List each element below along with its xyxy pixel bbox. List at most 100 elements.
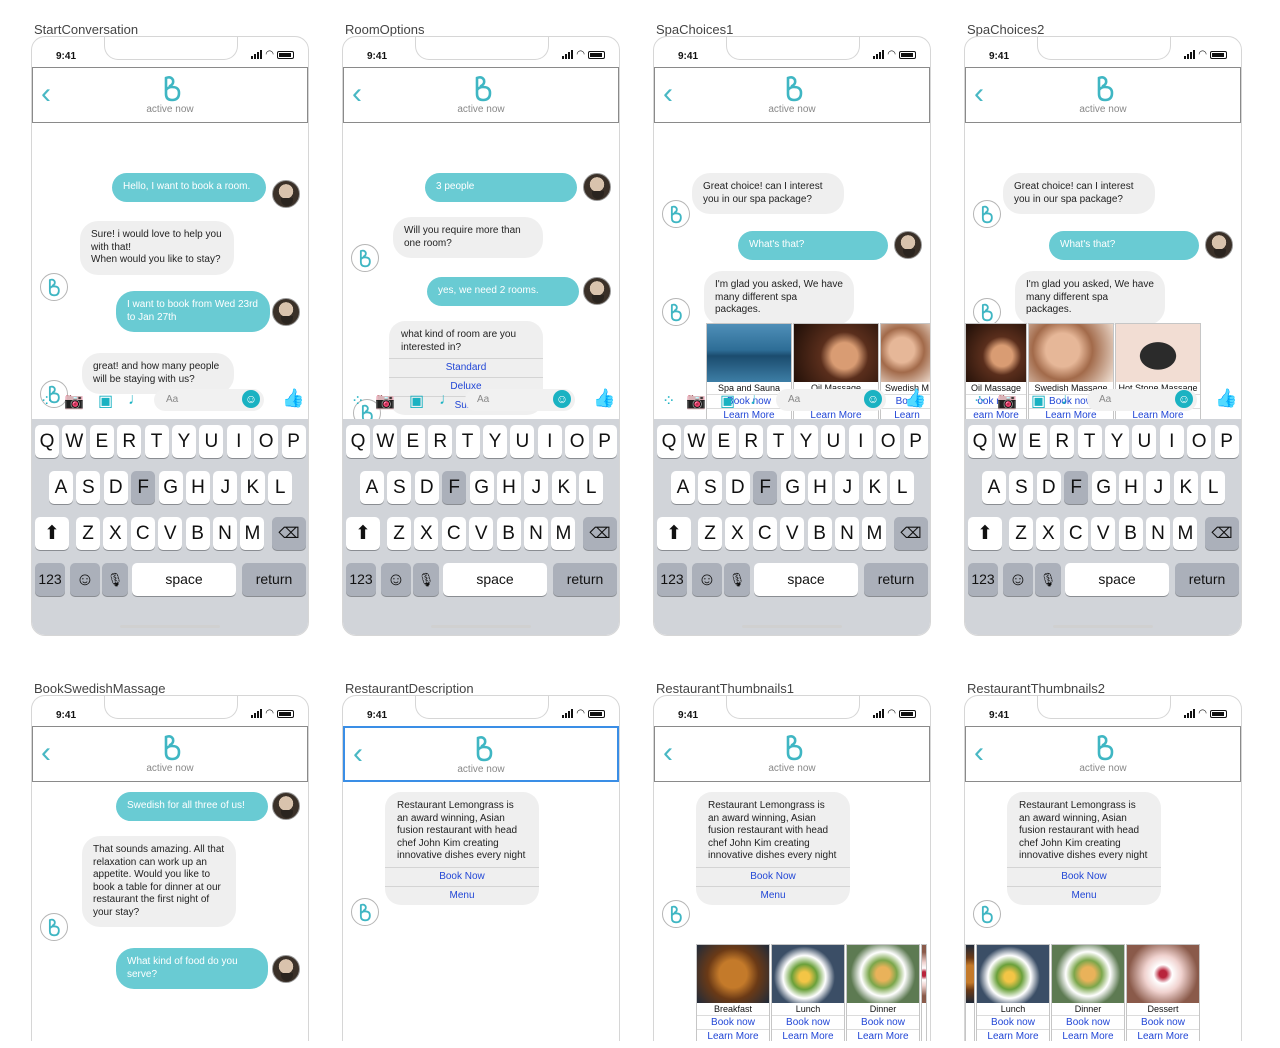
key-i[interactable]: I (1159, 425, 1184, 458)
key-g[interactable]: G (158, 471, 183, 504)
image-icon[interactable]: ▣ (720, 391, 735, 411)
key-r[interactable]: R (117, 425, 142, 458)
key-p[interactable]: P (281, 425, 306, 458)
emoji-icon[interactable]: ☺ (864, 390, 882, 408)
key-v[interactable]: V (780, 517, 805, 550)
key-b[interactable]: B (496, 517, 521, 550)
key-d[interactable]: D (103, 471, 128, 504)
key-p[interactable]: P (903, 425, 928, 458)
key-j[interactable]: J (1146, 471, 1171, 504)
delete-key[interactable]: ⌫ (1205, 517, 1239, 550)
key-b[interactable]: B (1118, 517, 1143, 550)
return-key[interactable]: return (242, 563, 306, 596)
learn-more-link[interactable]: Learn More (847, 1029, 919, 1041)
key-f[interactable]: F (442, 471, 467, 504)
key-y[interactable]: Y (172, 425, 196, 458)
restaurant-option-book-now[interactable]: Book Now (385, 866, 539, 886)
emoji-icon[interactable]: ☺ (242, 390, 260, 408)
key-h[interactable]: H (497, 471, 521, 504)
key-e[interactable]: E (400, 425, 425, 458)
thumbs-up-icon[interactable]: 👍 (1215, 388, 1237, 409)
camera-icon[interactable]: 📷 (686, 391, 706, 411)
key-l[interactable]: L (890, 471, 915, 504)
key-w[interactable]: W (373, 425, 398, 458)
key-m[interactable]: M (862, 517, 887, 550)
camera-icon[interactable]: 📷 (64, 391, 84, 411)
key-z[interactable]: Z (698, 517, 722, 550)
space-key[interactable]: space (443, 563, 547, 596)
space-key[interactable]: space (1065, 563, 1169, 596)
emoji-key[interactable]: ☺ (381, 563, 411, 596)
key-u[interactable]: U (1132, 425, 1157, 458)
restaurant-option-menu[interactable]: Menu (696, 885, 850, 905)
key-x[interactable]: X (103, 517, 128, 550)
key-t[interactable]: T (455, 425, 480, 458)
book-now-link[interactable]: Book now (772, 1015, 844, 1029)
key-p[interactable]: P (1214, 425, 1239, 458)
key-s[interactable]: S (698, 471, 723, 504)
key-t[interactable]: T (144, 425, 169, 458)
learn-more-link[interactable]: Learn More (697, 1029, 769, 1041)
key-z[interactable]: Z (387, 517, 411, 550)
key-z[interactable]: Z (76, 517, 100, 550)
key-a[interactable]: A (360, 471, 384, 504)
microphone-icon[interactable]: ♩ (439, 391, 455, 409)
key-u[interactable]: U (199, 425, 224, 458)
key-i[interactable]: I (848, 425, 873, 458)
key-d[interactable]: D (414, 471, 439, 504)
key-v[interactable]: V (469, 517, 494, 550)
key-y[interactable]: Y (483, 425, 507, 458)
image-icon[interactable]: ▣ (409, 391, 424, 411)
thumbs-up-icon[interactable]: 👍 (904, 388, 926, 409)
book-now-link[interactable]: Book now (697, 1015, 769, 1029)
dictation-key[interactable]: 🎙 (1035, 563, 1061, 596)
image-icon[interactable]: ▣ (98, 391, 113, 411)
apps-icon[interactable]: ⁘ (351, 391, 364, 411)
room-option-standard[interactable]: Standard (389, 358, 543, 377)
shift-key[interactable]: ⬆ (346, 517, 380, 550)
key-y[interactable]: Y (794, 425, 818, 458)
key-u[interactable]: U (510, 425, 535, 458)
key-o[interactable]: O (254, 425, 279, 458)
key-l[interactable]: L (1201, 471, 1226, 504)
key-a[interactable]: A (49, 471, 73, 504)
key-s[interactable]: S (76, 471, 101, 504)
key-m[interactable]: M (1173, 517, 1198, 550)
key-r[interactable]: R (1050, 425, 1075, 458)
thumbs-up-icon[interactable]: 👍 (282, 388, 304, 409)
microphone-icon[interactable]: ♩ (750, 391, 766, 409)
key-k[interactable]: K (1173, 471, 1198, 504)
restaurant-option-menu[interactable]: Menu (385, 885, 539, 905)
delete-key[interactable]: ⌫ (583, 517, 617, 550)
book-now-link[interactable]: Book now (1052, 1015, 1124, 1029)
key-k[interactable]: K (862, 471, 887, 504)
emoji-key[interactable]: ☺ (70, 563, 100, 596)
numbers-key[interactable]: 123 (968, 563, 998, 596)
book-now-link[interactable]: Book now (977, 1015, 1049, 1029)
key-j[interactable]: J (524, 471, 549, 504)
dictation-key[interactable]: 🎙 (724, 563, 750, 596)
key-o[interactable]: O (565, 425, 590, 458)
key-c[interactable]: C (1063, 517, 1088, 550)
book-now-link[interactable]: Book now (847, 1015, 919, 1029)
key-w[interactable]: W (62, 425, 87, 458)
key-f[interactable]: F (131, 471, 156, 504)
key-n[interactable]: N (213, 517, 237, 550)
key-y[interactable]: Y (1105, 425, 1129, 458)
key-l[interactable]: L (579, 471, 604, 504)
key-g[interactable]: G (469, 471, 494, 504)
key-b[interactable]: B (185, 517, 210, 550)
key-m[interactable]: M (240, 517, 265, 550)
key-i[interactable]: I (226, 425, 251, 458)
key-t[interactable]: T (766, 425, 791, 458)
apps-icon[interactable]: ⁘ (662, 391, 675, 411)
camera-icon[interactable]: 📷 (375, 391, 395, 411)
learn-more-link[interactable]: Learn More (1052, 1029, 1124, 1041)
thumbs-up-icon[interactable]: 👍 (593, 388, 615, 409)
key-q[interactable]: Q (968, 425, 992, 458)
key-r[interactable]: R (428, 425, 453, 458)
key-n[interactable]: N (1146, 517, 1170, 550)
key-a[interactable]: A (982, 471, 1006, 504)
key-e[interactable]: E (1022, 425, 1047, 458)
key-x[interactable]: X (1036, 517, 1061, 550)
